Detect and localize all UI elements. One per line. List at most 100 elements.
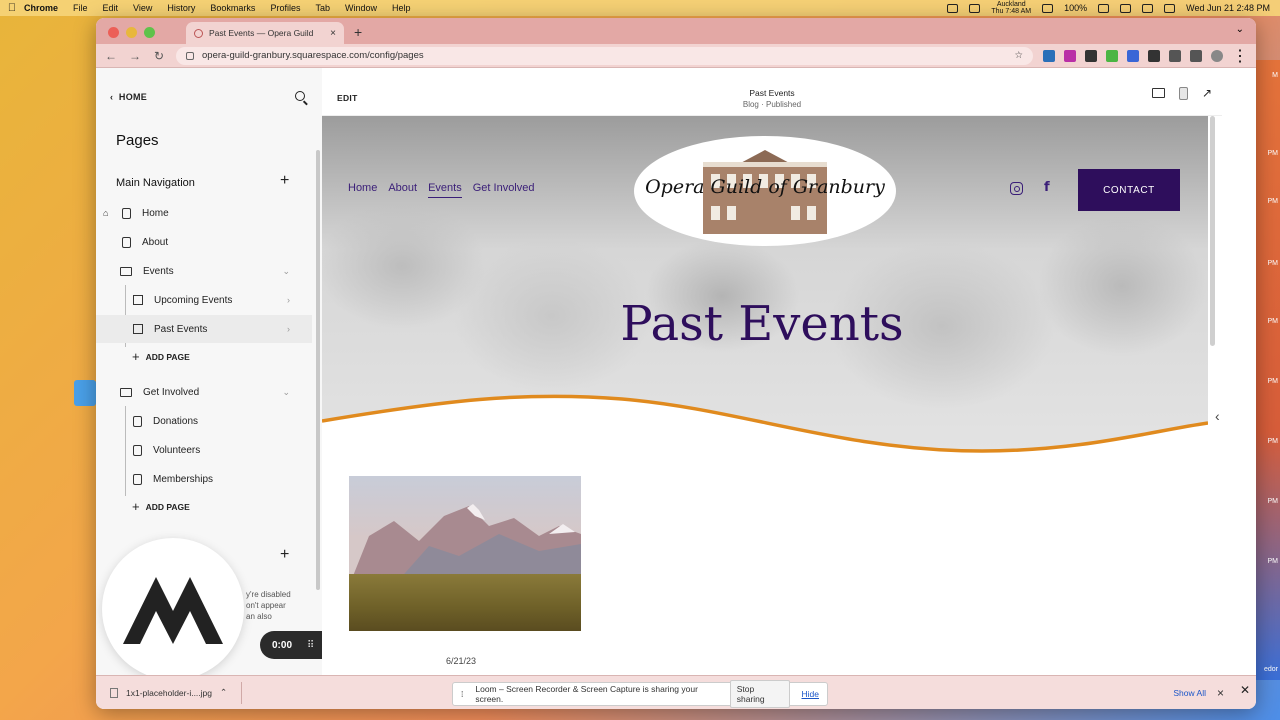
extension-icon[interactable] (1064, 49, 1076, 62)
lock-icon[interactable] (186, 51, 194, 60)
chevron-up-icon[interactable]: ⌃ (220, 687, 227, 698)
spotlight-search-icon[interactable] (1142, 3, 1154, 13)
zoom-window-button[interactable] (144, 27, 155, 38)
download-item[interactable]: 1x1-placeholder-i....jpg ⌃ (110, 687, 227, 698)
chevron-down-icon[interactable]: ⌄ (282, 387, 290, 398)
stop-sharing-button[interactable]: Stop sharing (729, 680, 790, 708)
add-page-label: ADD PAGE (145, 501, 190, 512)
menu-profiles[interactable]: Profiles (270, 3, 300, 13)
desktop-folder-icon[interactable] (74, 380, 96, 406)
forward-icon[interactable]: → (128, 49, 142, 63)
reading-list-icon[interactable] (1169, 49, 1181, 62)
add-not-linked-page-icon[interactable]: + (280, 546, 289, 564)
sidebar-item-past-events[interactable]: Past Events › (96, 315, 312, 343)
world-clock[interactable]: Auckland Thu 7:48 AM (991, 1, 1031, 15)
chevron-down-icon[interactable]: ⌄ (282, 266, 290, 277)
menu-help[interactable]: Help (392, 3, 411, 13)
search-icon[interactable] (295, 91, 305, 101)
browser-tab-active[interactable]: Past Events — Opera Guild × (186, 22, 344, 44)
menubar-clock[interactable]: Wed Jun 21 2:48 PM (1186, 3, 1270, 13)
extension-icon[interactable] (1127, 49, 1139, 62)
desktop-label: PM (1267, 378, 1279, 385)
sidebar-item-donations[interactable]: Donations (96, 407, 312, 435)
collapse-panel-chevron-icon[interactable]: ‹ (1215, 408, 1220, 424)
hero-title-text: Past Events (620, 296, 904, 352)
sidebar-item-about[interactable]: About (96, 228, 312, 256)
desktop-view-icon[interactable] (1151, 88, 1165, 98)
mobile-view-icon[interactable] (1178, 86, 1188, 100)
close-window-button[interactable] (108, 27, 119, 38)
blog-icon (133, 324, 143, 334)
tab-search-chevron-icon[interactable]: ⌄ (1236, 24, 1244, 35)
page-icon (122, 207, 131, 219)
profile-avatar-icon[interactable] (1211, 49, 1223, 62)
expand-icon[interactable]: ↗ (1202, 86, 1212, 100)
menu-window[interactable]: Window (345, 3, 377, 13)
battery-icon[interactable] (1098, 3, 1110, 13)
sidebar-item-upcoming-events[interactable]: Upcoming Events › (96, 286, 312, 314)
chevron-right-icon[interactable]: › (287, 324, 290, 334)
menu-tab[interactable]: Tab (315, 3, 330, 13)
puzzle-extensions-icon[interactable] (1148, 49, 1160, 62)
contact-button[interactable]: CONTACT (1078, 169, 1180, 211)
apple-menu-icon[interactable]:  (0, 2, 24, 14)
close-icon[interactable]: ✕ (1240, 683, 1250, 697)
side-panel-icon[interactable] (1190, 49, 1202, 62)
add-page-get-involved-button[interactable]: + ADD PAGE (132, 499, 190, 514)
reload-icon[interactable]: ↻ (152, 49, 166, 63)
sidebar-item-volunteers[interactable]: Volunteers (96, 436, 312, 464)
menu-history[interactable]: History (167, 3, 195, 13)
close-shelf-icon[interactable]: × (1217, 686, 1224, 700)
menu-app-chrome[interactable]: Chrome (24, 3, 58, 13)
hide-sharing-link[interactable]: Hide (802, 689, 819, 699)
drag-handle-icon[interactable]: ⁞ (461, 689, 463, 699)
edit-button[interactable]: EDIT (337, 93, 358, 103)
blog-post-thumbnail[interactable] (349, 476, 581, 631)
site-nav-about[interactable]: About (388, 182, 417, 198)
add-main-nav-page-icon[interactable]: + (280, 172, 289, 190)
sidebar-scrollbar[interactable] (316, 150, 320, 590)
extension-icon[interactable] (1043, 49, 1055, 62)
site-nav-events[interactable]: Events (428, 182, 462, 198)
chrome-menu-icon[interactable]: ⋮ (1232, 46, 1248, 66)
instagram-icon[interactable] (1010, 182, 1023, 195)
extension-icon[interactable] (1085, 49, 1097, 62)
show-all-downloads-link[interactable]: Show All (1173, 688, 1206, 698)
back-home-link[interactable]: ‹ HOME (110, 92, 147, 102)
sidebar-item-home[interactable]: Home (96, 199, 312, 227)
not-linked-description: y're disabled on't appear an also (246, 590, 291, 621)
microphone-icon[interactable] (947, 3, 959, 13)
site-nav-home[interactable]: Home (348, 182, 377, 198)
menu-view[interactable]: View (133, 3, 152, 13)
screen-icon[interactable] (969, 3, 981, 13)
chevron-right-icon[interactable]: › (287, 295, 290, 305)
site-preview-scrollbar[interactable] (1210, 116, 1215, 346)
site-logo[interactable]: Opera Guild of Granbury (634, 136, 896, 246)
back-icon[interactable]: ← (104, 49, 118, 63)
menu-edit[interactable]: Edit (103, 3, 119, 13)
add-page-events-button[interactable]: + ADD PAGE (132, 349, 190, 364)
sidebar-item-label: Past Events (154, 323, 208, 335)
menu-file[interactable]: File (73, 3, 88, 13)
control-center-icon[interactable] (1164, 3, 1176, 13)
sidebar-item-events[interactable]: Events ⌄ (96, 257, 312, 285)
bluetooth-icon[interactable] (1042, 3, 1054, 13)
extension-icon[interactable] (1106, 49, 1118, 62)
sidebar-item-memberships[interactable]: Memberships (96, 465, 312, 493)
tab-close-icon[interactable]: × (330, 28, 336, 39)
minimize-window-button[interactable] (126, 27, 137, 38)
window-controls (108, 27, 155, 38)
post-date: 6/21/23 (446, 656, 477, 666)
wifi-icon[interactable] (1120, 3, 1132, 13)
bookmark-star-icon[interactable]: ☆ (1014, 50, 1023, 61)
facebook-icon[interactable]: f (1044, 180, 1050, 195)
new-tab-button[interactable]: + (354, 24, 362, 40)
browser-toolbar: ← → ↻ opera-guild-granbury.squarespace.c… (96, 44, 1256, 68)
loom-camera-bubble[interactable] (102, 538, 244, 680)
sidebar-item-get-involved[interactable]: Get Involved ⌄ (96, 378, 312, 406)
address-bar[interactable]: opera-guild-granbury.squarespace.com/con… (176, 46, 1033, 65)
drag-handle-icon[interactable]: ⠿ (307, 640, 314, 651)
menu-bookmarks[interactable]: Bookmarks (210, 3, 255, 13)
site-nav-get-involved[interactable]: Get Involved (473, 182, 535, 198)
site-navigation: Home About Events Get Involved (348, 182, 535, 198)
